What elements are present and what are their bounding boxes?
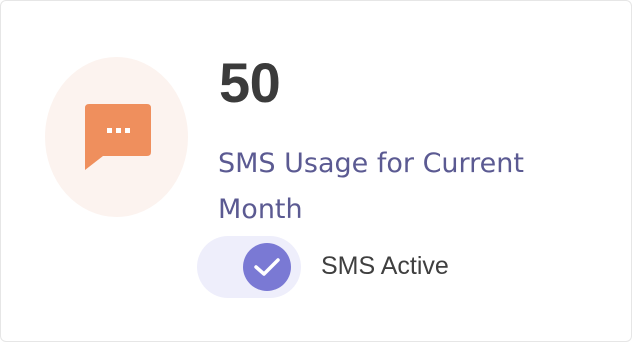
sms-count-value: 50 [219, 51, 281, 114]
sms-usage-label: SMS Usage for Current Month [218, 148, 524, 225]
sms-active-toggle[interactable] [197, 236, 301, 298]
check-icon [254, 258, 280, 276]
chat-bubble-icon [84, 104, 151, 170]
toggle-knob[interactable] [243, 243, 291, 291]
sms-usage-card: 50 SMS Usage for Current Month SMS Activ… [0, 0, 632, 342]
sms-icon-circle [45, 57, 188, 217]
sms-active-label: SMS Active [321, 252, 449, 280]
